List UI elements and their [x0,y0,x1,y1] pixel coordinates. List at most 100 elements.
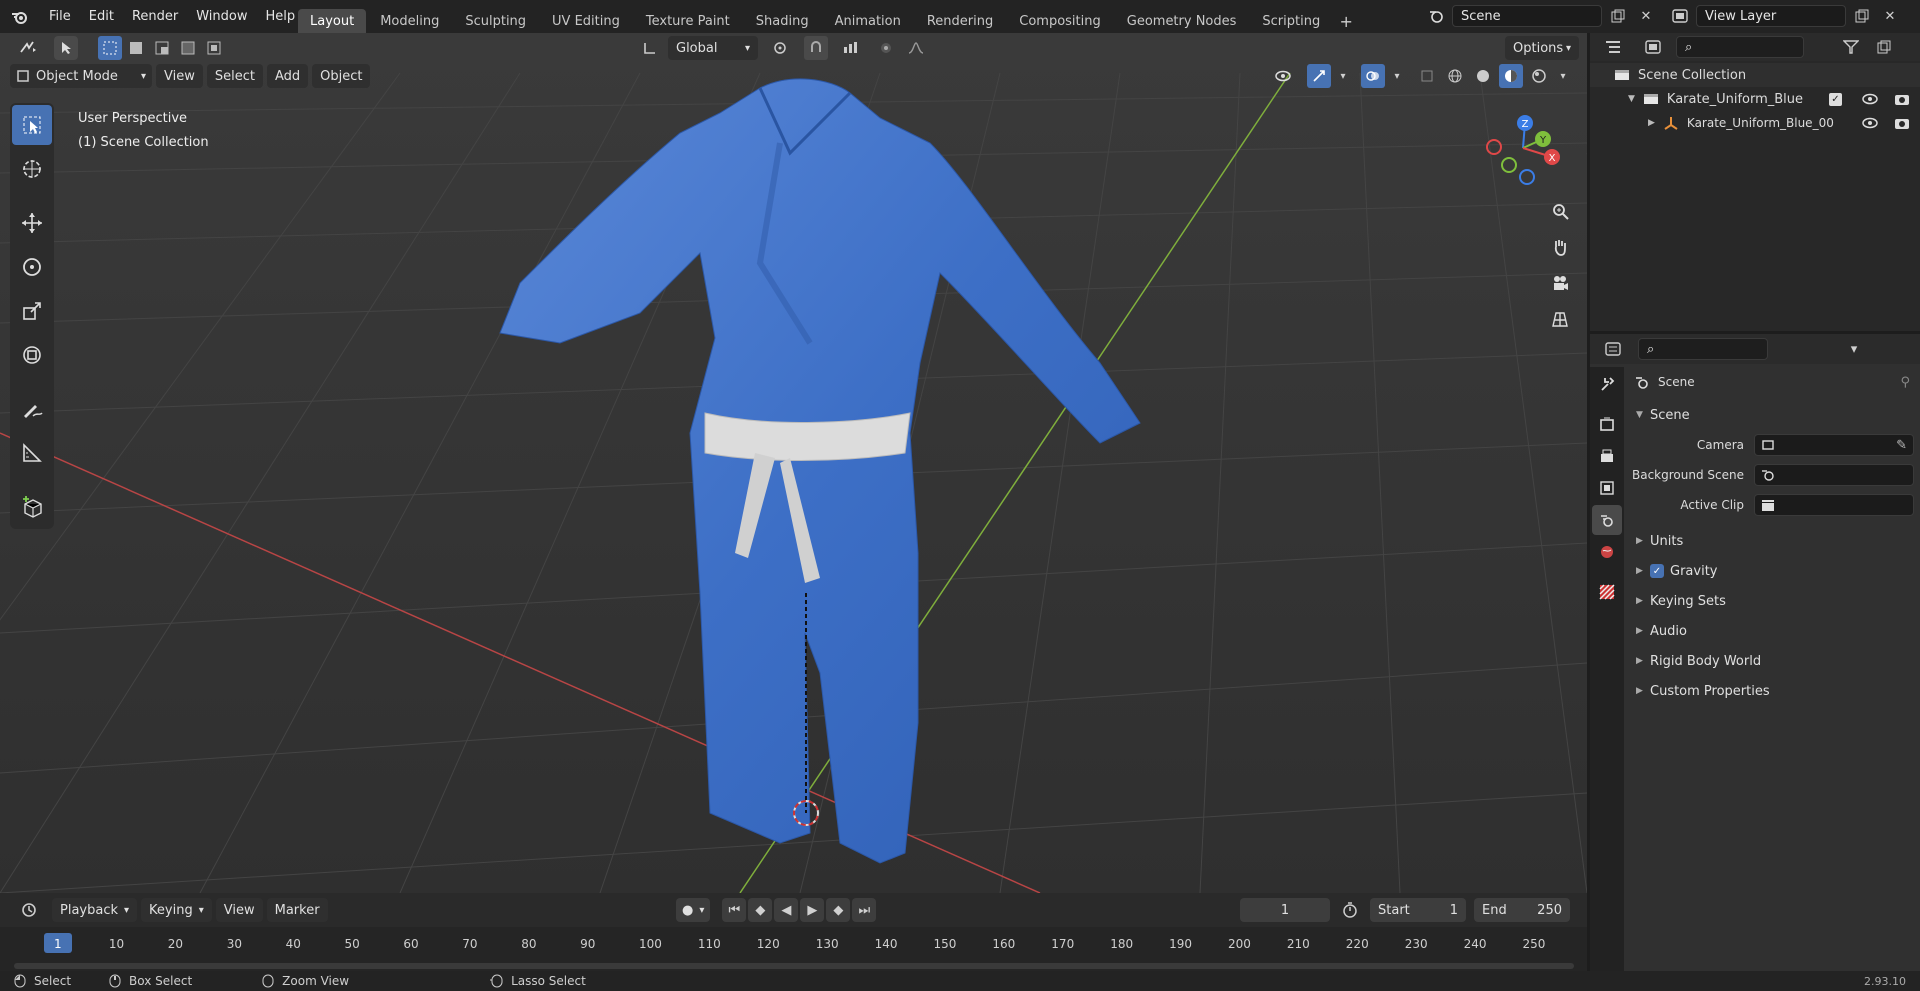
timeline-menu-keying[interactable]: Keying ▾ [141,898,212,922]
tab-uv-editing[interactable]: UV Editing [540,9,632,33]
blender-logo-icon[interactable] [0,5,40,29]
tab-animation[interactable]: Animation [823,9,913,33]
chevron-down-icon[interactable]: ▾ [1842,337,1866,361]
tab-texture-paint[interactable]: Texture Paint [634,9,742,33]
delete-view-layer-icon[interactable]: ✕ [1878,4,1902,28]
expand-down-icon[interactable]: ▼ [1628,94,1635,104]
select-box-tool-icon[interactable] [12,105,52,145]
zoom-view-icon[interactable] [1546,197,1574,225]
editor-type-icon[interactable] [10,36,48,60]
tool-settings-tab-icon[interactable] [1592,369,1622,399]
viewport-menu-object[interactable]: Object [312,64,371,88]
active-clip-field[interactable] [1754,494,1914,516]
select-new-icon[interactable] [98,36,122,60]
delete-scene-icon[interactable]: ✕ [1634,4,1658,28]
add-cube-tool-icon[interactable] [12,487,52,527]
eye-icon[interactable] [1862,93,1878,105]
chevron-down-icon[interactable]: ▾ [1335,64,1351,88]
chevron-down-icon[interactable]: ▾ [1389,64,1405,88]
chevron-down-icon[interactable]: ▾ [1555,64,1571,88]
jump-end-icon[interactable]: ⏭ [852,898,877,922]
viewport-menu-select[interactable]: Select [206,64,263,88]
timeline-menu-view[interactable]: View [215,898,263,922]
select-tool-icon[interactable] [54,36,78,60]
outliner-row-scene-collection[interactable]: Scene Collection [1590,63,1920,87]
background-scene-field[interactable] [1754,464,1914,486]
add-workspace-icon[interactable]: + [1334,9,1358,33]
tab-modeling[interactable]: Modeling [368,9,451,33]
exclude-checkbox-icon[interactable]: ✓ [1829,92,1842,106]
outliner-editor-type-icon[interactable] [1596,35,1630,59]
current-frame-field[interactable]: 1 [1240,898,1330,922]
outliner-row-collection[interactable]: ▼ Karate_Uniform_Blue ✓ [1590,87,1920,111]
viewport-menu-view[interactable]: View [156,64,203,88]
next-keyframe-icon[interactable]: ◆ [826,898,851,922]
tab-geometry-nodes[interactable]: Geometry Nodes [1115,9,1249,33]
tab-compositing[interactable]: Compositing [1007,9,1113,33]
play-reverse-icon[interactable]: ◀ [774,898,799,922]
select-invert-icon[interactable] [176,36,200,60]
snap-target-icon[interactable] [834,36,868,60]
panel-gravity-header[interactable]: ▶ ✓ Gravity [1624,556,1920,586]
shading-wireframe-icon[interactable] [1443,64,1467,88]
texture-tab-icon[interactable] [1592,577,1622,607]
viewport-menu-add[interactable]: Add [266,64,309,88]
view-layer-tab-icon[interactable] [1592,473,1622,503]
camera-render-icon[interactable] [1894,116,1910,130]
panel-audio-header[interactable]: ▶ Audio [1624,616,1920,646]
panel-keying-sets-header[interactable]: ▶ Keying Sets [1624,586,1920,616]
gravity-checkbox[interactable]: ✓ [1650,564,1664,578]
snap-icon[interactable] [804,36,828,60]
transform-orientation-dropdown[interactable]: Global ▾ [668,36,758,60]
new-scene-icon[interactable] [1606,4,1630,28]
menu-render[interactable]: Render [123,0,187,33]
start-frame-field[interactable]: Start 1 [1370,898,1466,922]
scale-tool-icon[interactable] [12,291,52,331]
tab-rendering[interactable]: Rendering [915,9,1005,33]
menu-edit[interactable]: Edit [80,0,123,33]
select-intersect-icon[interactable] [202,36,226,60]
tab-scripting[interactable]: Scripting [1250,9,1332,33]
options-dropdown[interactable]: Options ▾ [1505,36,1579,60]
measure-tool-icon[interactable] [12,433,52,473]
shading-material-icon[interactable] [1499,64,1523,88]
menu-file[interactable]: File [40,0,80,33]
timeline-scrollbar[interactable] [14,963,1574,969]
new-collection-icon[interactable] [1872,35,1896,59]
camera-field[interactable]: ✎ [1754,434,1914,456]
menu-help[interactable]: Help [257,0,305,33]
panel-scene-header[interactable]: ▼ Scene [1624,400,1920,430]
tab-shading[interactable]: Shading [744,9,821,33]
output-tab-icon[interactable] [1592,441,1622,471]
eyedropper-icon[interactable]: ✎ [1896,438,1907,453]
camera-view-icon[interactable] [1546,269,1574,297]
play-icon[interactable]: ▶ [800,898,825,922]
move-tool-icon[interactable] [12,203,52,243]
properties-editor-type-icon[interactable] [1596,337,1630,361]
properties-search-input[interactable]: ⌕ [1638,338,1768,360]
timeline-editor-type-icon[interactable] [10,898,48,922]
prev-keyframe-icon[interactable]: ◆ [748,898,773,922]
select-extend-icon[interactable] [124,36,148,60]
view-layer-icon[interactable] [1668,4,1692,28]
visibility-icon[interactable] [1265,64,1303,88]
rotate-tool-icon[interactable] [12,247,52,287]
overlays-toggle-icon[interactable] [1361,64,1385,88]
scene-selector[interactable]: Scene [1452,5,1602,27]
ortho-grid-icon[interactable] [1546,305,1574,333]
falloff-icon[interactable] [904,36,928,60]
auto-keying-button[interactable]: ● ▾ [676,898,711,922]
scene-tab-icon[interactable] [1592,505,1622,535]
viewport-3d[interactable]: Global ▾ Options ▾ Object Mode ▾ View Se… [0,33,1587,893]
display-mode-icon[interactable] [1636,35,1670,59]
panel-units-header[interactable]: ▶ Units [1624,526,1920,556]
tab-sculpting[interactable]: Sculpting [453,9,538,33]
navigation-gizmo[interactable]: Z Y X [1478,103,1568,193]
panel-rigid-body-world-header[interactable]: ▶ Rigid Body World [1624,646,1920,676]
view-layer-selector[interactable]: View Layer [1696,5,1846,27]
render-tab-icon[interactable] [1592,409,1622,439]
filter-icon[interactable] [1836,35,1866,59]
end-frame-field[interactable]: End 250 [1474,898,1570,922]
eye-icon[interactable] [1862,117,1878,129]
timeline-menu-marker[interactable]: Marker [266,898,328,922]
